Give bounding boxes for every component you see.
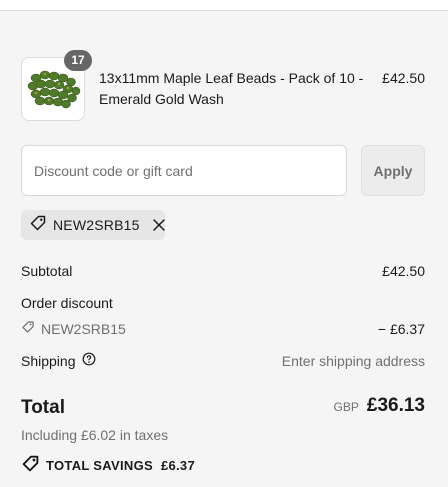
order-discount-code-text: NEW2SRB15	[41, 321, 126, 337]
total-value: GBP £36.13	[334, 395, 425, 417]
order-discount-value: − £6.37	[377, 321, 425, 337]
subtotal-value: £42.50	[382, 263, 425, 279]
product-title: 13x11mm Maple Leaf Beads - Pack of 10 - …	[99, 70, 364, 107]
savings-tag-icon	[21, 454, 40, 478]
applied-discount-code: NEW2SRB15	[53, 217, 140, 233]
total-savings: TOTAL SAVINGS £6.37	[21, 454, 195, 478]
tag-icon	[21, 320, 35, 338]
total-label: Total	[21, 397, 65, 418]
shipping-value: Enter shipping address	[281, 353, 425, 369]
applied-discount-chip: NEW2SRB15	[21, 210, 165, 240]
apply-discount-button[interactable]: Apply	[361, 145, 425, 196]
tax-note: Including £6.02 in taxes	[21, 427, 169, 443]
savings-amount: £6.37	[160, 458, 195, 473]
close-icon[interactable]	[152, 218, 166, 232]
order-summary-panel: 17 13x11mm Maple Leaf Beads - Pack of 10…	[0, 0, 448, 487]
bead-image	[27, 70, 81, 109]
currency-code: GBP	[333, 400, 359, 414]
shipping-label: Shipping	[21, 353, 76, 369]
order-discount-code: NEW2SRB15	[21, 320, 126, 338]
quantity-badge: 17	[64, 50, 92, 71]
savings-label: TOTAL SAVINGS	[46, 458, 153, 473]
shipping-row-label: Shipping	[21, 352, 96, 370]
order-discount-label: Order discount	[21, 295, 113, 311]
subtotal-label: Subtotal	[21, 263, 73, 279]
total-amount: £36.13	[366, 395, 425, 416]
help-circle-icon[interactable]	[82, 352, 96, 370]
product-price: £42.50	[382, 70, 425, 86]
tag-icon	[29, 214, 47, 237]
top-divider	[0, 0, 448, 11]
discount-code-input[interactable]	[21, 145, 347, 196]
